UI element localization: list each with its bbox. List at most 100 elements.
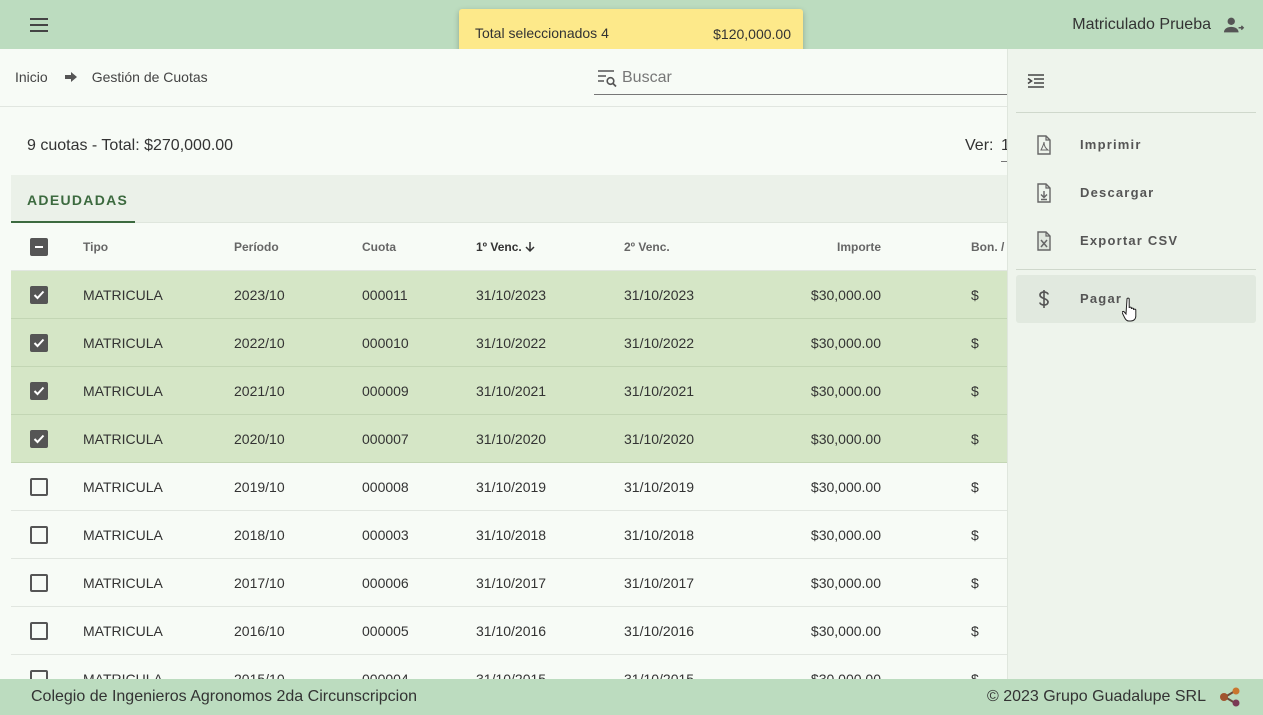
row-checkbox[interactable]: [30, 478, 48, 496]
drawer-divider: [1016, 112, 1256, 113]
table-row[interactable]: MATRICULA 2023/10 000011 31/10/2023 31/10/20…: [11, 271, 1007, 319]
cell-venc2: 31/10/2018: [624, 527, 695, 543]
row-checkbox[interactable]: [30, 430, 48, 448]
cell-cuota: 000005: [362, 623, 409, 639]
search-field[interactable]: [594, 63, 1007, 95]
table-row[interactable]: MATRICULA 2020/10 000007 31/10/2020 31/10/20…: [11, 415, 1007, 463]
cell-periodo: 2017/10: [234, 575, 285, 591]
cell-bon: $: [971, 383, 979, 399]
header-venc1[interactable]: 1º Venc.: [476, 223, 536, 271]
row-checkbox[interactable]: [30, 670, 48, 679]
row-checkbox[interactable]: [30, 574, 48, 592]
cell-cuota: 000006: [362, 575, 409, 591]
menu-collapse-icon[interactable]: [1026, 71, 1046, 91]
cell-tipo: MATRICULA: [83, 335, 163, 351]
pdf-file-icon: [1037, 135, 1051, 155]
account-switch-icon[interactable]: [1223, 14, 1245, 36]
cell-importe: $30,000.00: [810, 623, 881, 639]
cell-tipo: MATRICULA: [83, 479, 163, 495]
drawer-item-exportar-csv[interactable]: Exportar CSV: [1016, 217, 1256, 265]
fee-summary: 9 cuotas - Total: $270,000.00: [27, 137, 234, 154]
cell-importe: $30,000.00: [810, 527, 881, 543]
cell-periodo: 2019/10: [234, 479, 285, 495]
table-row[interactable]: MATRICULA 2018/10 000003 31/10/2018 31/10/20…: [11, 511, 1007, 559]
cell-importe: $30,000.00: [810, 287, 881, 303]
table-row[interactable]: MATRICULA 2022/10 000010 31/10/2022 31/10/20…: [11, 319, 1007, 367]
cell-venc1: 31/10/2018: [476, 527, 547, 543]
cell-cuota: 000008: [362, 479, 409, 495]
download-file-icon: [1037, 183, 1051, 203]
cell-bon: $: [971, 527, 979, 543]
cell-cuota: 000011: [362, 287, 408, 303]
row-checkbox[interactable]: [30, 286, 48, 304]
cell-venc2: 31/10/2020: [624, 431, 695, 447]
toast-value: $120,000.00: [713, 26, 791, 42]
cell-bon: $: [971, 479, 979, 495]
table-row[interactable]: MATRICULA 2016/10 000005 31/10/2016 31/10/20…: [11, 607, 1007, 655]
cell-tipo: MATRICULA: [83, 575, 163, 591]
drawer-item-descargar[interactable]: Descargar: [1016, 169, 1256, 217]
drawer-item-pagar[interactable]: Pagar: [1016, 275, 1256, 323]
search-input[interactable]: [622, 67, 1002, 89]
header-bon[interactable]: Bon. /: [971, 223, 1004, 271]
cell-venc2: 31/10/2019: [624, 479, 695, 495]
main-content: Inicio Gestión de Cuotas 9 cuotas - Tota…: [0, 49, 1007, 679]
drawer-item-label: Imprimir: [1080, 137, 1142, 152]
cell-cuota: 000004: [362, 671, 409, 679]
excel-file-icon: [1037, 231, 1051, 251]
row-checkbox[interactable]: [30, 334, 48, 352]
cell-periodo: 2022/10: [234, 335, 285, 351]
cell-venc1: 31/10/2016: [476, 623, 547, 639]
cell-tipo: MATRICULA: [83, 431, 163, 447]
table-row[interactable]: MATRICULA 2015/10 000004 31/10/2015 31/10/20…: [11, 655, 1007, 679]
row-checkbox[interactable]: [30, 526, 48, 544]
cell-bon: $: [971, 335, 979, 351]
cell-bon: $: [971, 575, 979, 591]
row-checkbox[interactable]: [30, 382, 48, 400]
cell-bon: $: [971, 671, 979, 679]
cell-venc2: 31/10/2015: [624, 671, 695, 679]
cell-venc1: 31/10/2023: [476, 287, 547, 303]
user-name[interactable]: Matriculado Prueba: [1072, 16, 1211, 34]
header-venc2[interactable]: 2º Venc.: [624, 223, 670, 271]
cell-importe: $30,000.00: [810, 383, 881, 399]
cell-venc2: 31/10/2022: [624, 335, 695, 351]
cell-tipo: MATRICULA: [83, 383, 163, 399]
cell-cuota: 000010: [362, 335, 409, 351]
cell-importe: $30,000.00: [810, 575, 881, 591]
table-row[interactable]: MATRICULA 2017/10 000006 31/10/2017 31/10/20…: [11, 559, 1007, 607]
breadcrumb-home[interactable]: Inicio: [15, 69, 48, 85]
menu-icon[interactable]: [27, 14, 51, 36]
header-tipo[interactable]: Tipo: [83, 223, 108, 271]
tab-label: ADEUDADAS: [27, 192, 129, 208]
cell-venc1: 31/10/2022: [476, 335, 547, 351]
cell-bon: $: [971, 287, 979, 303]
drawer-item-label: Exportar CSV: [1080, 233, 1179, 248]
header-cuota[interactable]: Cuota: [362, 223, 396, 271]
footer-organization: Colegio de Ingenieros Agronomos 2da Circ…: [31, 688, 417, 705]
table-header-row: Tipo Período Cuota 1º Venc. 2º Venc. Imp…: [11, 223, 1007, 271]
table-body: MATRICULA 2023/10 000011 31/10/2023 31/10/20…: [11, 271, 1007, 679]
toast-label: Total seleccionados 4: [475, 25, 609, 41]
cell-venc1: 31/10/2020: [476, 431, 547, 447]
drawer-item-label: Pagar: [1080, 291, 1123, 306]
cell-tipo: MATRICULA: [83, 623, 163, 639]
cell-periodo: 2016/10: [234, 623, 285, 639]
table-row[interactable]: MATRICULA 2021/10 000009 31/10/2021 31/10/20…: [11, 367, 1007, 415]
cell-periodo: 2015/10: [234, 671, 285, 679]
header-periodo[interactable]: Período: [234, 223, 279, 271]
tab-bar: ADEUDADAS: [11, 175, 1007, 223]
cell-venc1: 31/10/2017: [476, 575, 547, 591]
cell-tipo: MATRICULA: [83, 287, 163, 303]
cell-venc1: 31/10/2015: [476, 671, 547, 679]
cell-tipo: MATRICULA: [83, 671, 163, 679]
filter-search-icon: [598, 70, 617, 88]
tab-adeudadas[interactable]: ADEUDADAS: [11, 175, 135, 223]
select-all-checkbox[interactable]: [30, 238, 48, 256]
row-checkbox[interactable]: [30, 622, 48, 640]
cell-periodo: 2018/10: [234, 527, 285, 543]
table-row[interactable]: MATRICULA 2019/10 000008 31/10/2019 31/10/20…: [11, 463, 1007, 511]
drawer-item-imprimir[interactable]: Imprimir: [1016, 121, 1256, 169]
company-logo-icon[interactable]: [1217, 686, 1243, 708]
header-importe[interactable]: Importe: [761, 223, 881, 271]
